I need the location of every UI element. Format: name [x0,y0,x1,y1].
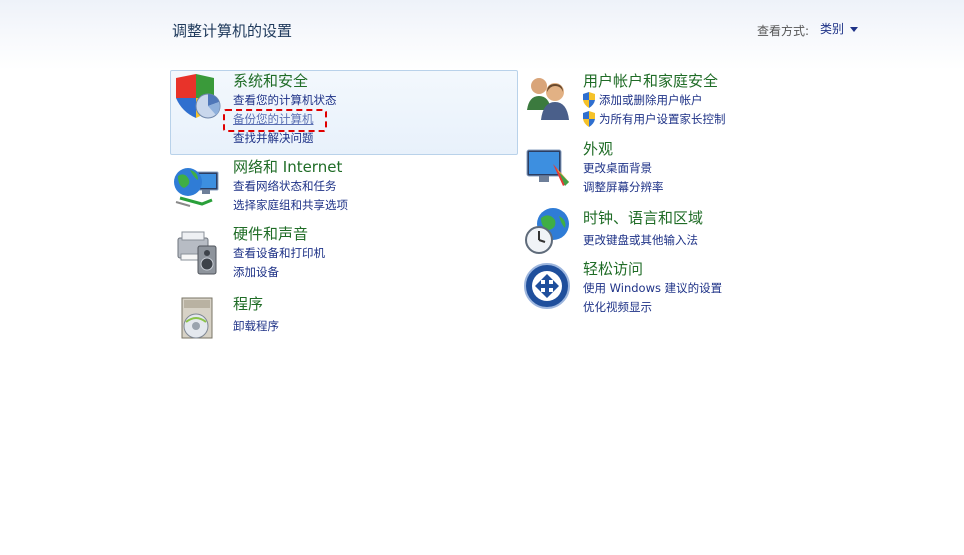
link-add-device[interactable]: 添加设备 [233,264,279,280]
link-troubleshoot[interactable]: 查找并解决问题 [233,130,314,146]
link-parental-controls[interactable]: 为所有用户设置家长控制 [599,111,726,127]
uac-shield-icon [582,92,596,108]
shield-icon[interactable] [172,72,222,122]
link-change-keyboard[interactable]: 更改键盘或其他输入法 [583,232,698,248]
link-adjust-resolution[interactable]: 调整屏幕分辨率 [583,179,664,195]
ease-of-access-icon[interactable] [523,262,573,312]
chevron-down-icon [850,26,859,32]
link-change-desktop-background[interactable]: 更改桌面背景 [583,160,652,176]
category-title-programs[interactable]: 程序 [233,295,263,313]
network-globe-icon[interactable] [172,162,222,212]
category-title-network[interactable]: 网络和 Internet [233,158,342,176]
printer-speaker-icon[interactable] [172,226,222,276]
view-by-label: 查看方式: [757,24,810,38]
link-homegroup-sharing[interactable]: 选择家庭组和共享选项 [233,197,348,213]
monitor-paint-icon[interactable] [523,142,573,192]
link-add-remove-accounts[interactable]: 添加或删除用户帐户 [599,92,703,108]
link-optimize-visual-display[interactable]: 优化视频显示 [583,299,652,315]
page-title: 调整计算机的设置 [172,22,293,40]
users-icon[interactable] [523,72,573,122]
link-devices-printers[interactable]: 查看设备和打印机 [233,245,325,261]
link-uninstall-program[interactable]: 卸载程序 [233,318,279,334]
view-by-dropdown[interactable]: 类别 [820,20,859,37]
category-title-ease-of-access[interactable]: 轻松访问 [583,260,643,278]
uac-shield-icon [582,111,596,127]
category-title-hardware[interactable]: 硬件和声音 [233,225,308,243]
link-network-status[interactable]: 查看网络状态和任务 [233,178,337,194]
highlight-annotation-box [223,109,327,132]
programs-disc-icon[interactable] [172,294,222,344]
category-title-user-accounts[interactable]: 用户帐户和家庭安全 [583,72,718,90]
link-view-computer-status[interactable]: 查看您的计算机状态 [233,92,337,108]
clock-globe-icon[interactable] [523,206,573,256]
category-title-appearance[interactable]: 外观 [583,140,613,158]
link-windows-suggested-settings[interactable]: 使用 Windows 建议的设置 [583,280,722,296]
category-title-system-security[interactable]: 系统和安全 [233,72,308,90]
category-title-clock-region[interactable]: 时钟、语言和区域 [583,209,703,227]
view-by-value: 类别 [820,22,845,36]
